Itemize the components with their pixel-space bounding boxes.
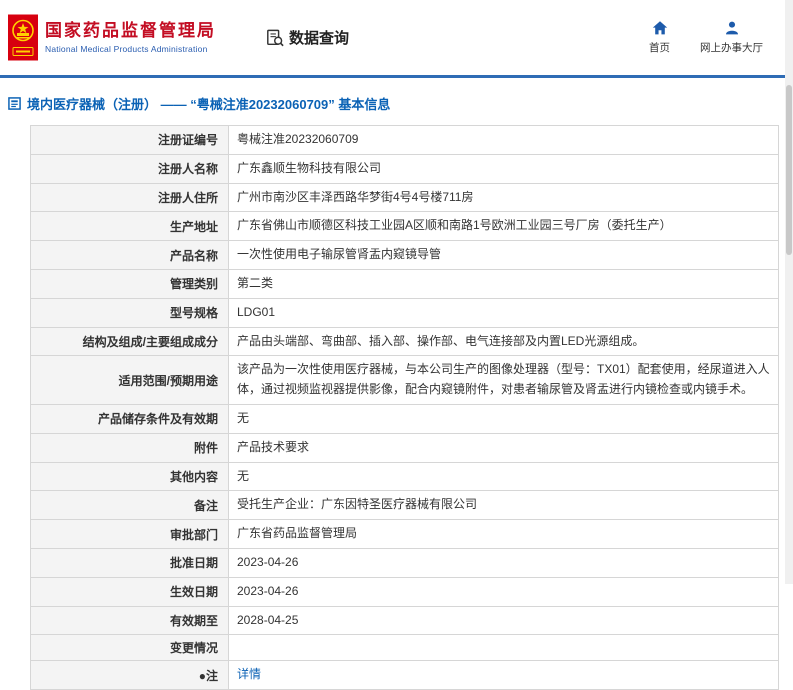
field-value: 2023-04-26	[228, 576, 779, 607]
field-label: 适用范围/预期用途	[30, 355, 229, 405]
field-value	[228, 634, 779, 662]
table-row: 变更情况	[30, 634, 779, 662]
agency-name-en: National Medical Products Administration	[45, 44, 208, 55]
nav-home-label: 首页	[649, 42, 670, 54]
user-icon	[724, 20, 740, 36]
detail-link[interactable]: 详情	[237, 667, 261, 681]
form-icon	[8, 97, 21, 110]
field-value: 无	[228, 461, 779, 492]
national-emblem-logo	[8, 14, 38, 61]
table-row: 结构及组成/主要组成成分 产品由头端部、弯曲部、插入部、操作部、电气连接部及内置…	[30, 326, 779, 357]
table-row: 有效期至 2028-04-25	[30, 605, 779, 636]
page-title: 境内医疗器械（注册） —— “粤械注准20232060709” 基本信息	[8, 94, 779, 113]
field-value: 广州市南沙区丰泽西路华梦街4号4号楼711房	[228, 182, 779, 213]
field-value: 第二类	[228, 268, 779, 299]
field-value: 该产品为一次性使用医疗器械，与本公司生产的图像处理器（型号：TX01）配套使用，…	[228, 355, 779, 405]
field-value: 2023-04-26	[228, 547, 779, 578]
table-row: ●注 详情	[30, 660, 779, 690]
vertical-scrollbar[interactable]	[785, 0, 793, 584]
table-row: 适用范围/预期用途 该产品为一次性使用医疗器械，与本公司生产的图像处理器（型号：…	[30, 355, 779, 405]
main-content: 境内医疗器械（注册） —— “粤械注准20232060709” 基本信息 注册证…	[0, 78, 793, 690]
agency-brand: 国家药品监督管理局 National Medical Products Admi…	[8, 14, 216, 61]
table-row: 注册证编号 粤械注准20232060709	[30, 125, 779, 155]
field-label: 型号规格	[30, 297, 229, 328]
table-row: 附件 产品技术要求	[30, 432, 779, 463]
field-value: 粤械注准20232060709	[228, 125, 779, 155]
table-row: 产品名称 一次性使用电子输尿管肾盂内窥镜导管	[30, 240, 779, 270]
field-value: 产品技术要求	[228, 432, 779, 463]
home-icon	[652, 20, 668, 36]
field-value: 广东省药品监督管理局	[228, 519, 779, 549]
nav-service-hall-label: 网上办事大厅	[700, 42, 763, 54]
agency-name-cn: 国家药品监督管理局	[45, 20, 216, 40]
field-value: LDG01	[228, 297, 779, 328]
scrollbar-thumb[interactable]	[786, 85, 792, 255]
field-value: 广东鑫顺生物科技有限公司	[228, 153, 779, 184]
field-value: 产品由头端部、弯曲部、插入部、操作部、电气连接部及内置LED光源组成。	[228, 326, 779, 357]
field-value: 一次性使用电子输尿管肾盂内窥镜导管	[228, 240, 779, 270]
field-label: 产品储存条件及有效期	[30, 403, 229, 434]
table-row: 注册人名称 广东鑫顺生物科技有限公司	[30, 153, 779, 184]
table-row: 注册人住所 广州市南沙区丰泽西路华梦街4号4号楼711房	[30, 182, 779, 213]
table-row: 生效日期 2023-04-26	[30, 576, 779, 607]
field-label: 备注	[30, 490, 229, 521]
field-label: ●注	[30, 660, 229, 690]
registration-info-table: 注册证编号 粤械注准20232060709 注册人名称 广东鑫顺生物科技有限公司…	[30, 125, 779, 690]
field-label: 其他内容	[30, 461, 229, 492]
nav-home[interactable]: 首页	[649, 20, 670, 55]
field-value: 受托生产企业：广东因特圣医疗器械有限公司	[228, 490, 779, 521]
data-query-label: 数据查询	[289, 30, 350, 47]
table-row: 备注 受托生产企业：广东因特圣医疗器械有限公司	[30, 490, 779, 521]
field-label: 变更情况	[30, 634, 229, 662]
field-value: 2028-04-25	[228, 605, 779, 636]
field-label: 注册人名称	[30, 153, 229, 184]
nav-service-hall[interactable]: 网上办事大厅	[700, 20, 763, 55]
data-query-icon	[266, 29, 284, 47]
site-header: 国家药品监督管理局 National Medical Products Admi…	[0, 0, 793, 75]
table-row: 管理类别 第二类	[30, 268, 779, 299]
table-row: 审批部门 广东省药品监督管理局	[30, 519, 779, 549]
top-nav: 首页 网上办事大厅	[649, 20, 763, 55]
table-row: 型号规格 LDG01	[30, 297, 779, 328]
table-row: 批准日期 2023-04-26	[30, 547, 779, 578]
field-value: 无	[228, 403, 779, 434]
field-label: 附件	[30, 432, 229, 463]
field-label: 管理类别	[30, 268, 229, 299]
field-value: 广东省佛山市顺德区科技工业园A区顺和南路1号欧洲工业园三号厂房（委托生产）	[228, 211, 779, 242]
field-label: 生产地址	[30, 211, 229, 242]
field-label: 审批部门	[30, 519, 229, 549]
field-label: 结构及组成/主要组成成分	[30, 326, 229, 357]
table-row: 其他内容 无	[30, 461, 779, 492]
field-value: 详情	[228, 660, 779, 690]
field-label: 注册人住所	[30, 182, 229, 213]
field-label: 注册证编号	[30, 125, 229, 155]
agency-title-block: 国家药品监督管理局 National Medical Products Admi…	[45, 21, 216, 54]
data-query-link[interactable]: 数据查询	[266, 27, 349, 48]
field-label: 产品名称	[30, 240, 229, 270]
field-label: 生效日期	[30, 576, 229, 607]
table-row: 产品储存条件及有效期 无	[30, 403, 779, 434]
page-title-text: 境内医疗器械（注册） —— “粤械注准20232060709” 基本信息	[27, 97, 391, 112]
table-row: 生产地址 广东省佛山市顺德区科技工业园A区顺和南路1号欧洲工业园三号厂房（委托生…	[30, 211, 779, 242]
field-label: 有效期至	[30, 605, 229, 636]
field-label: 批准日期	[30, 547, 229, 578]
